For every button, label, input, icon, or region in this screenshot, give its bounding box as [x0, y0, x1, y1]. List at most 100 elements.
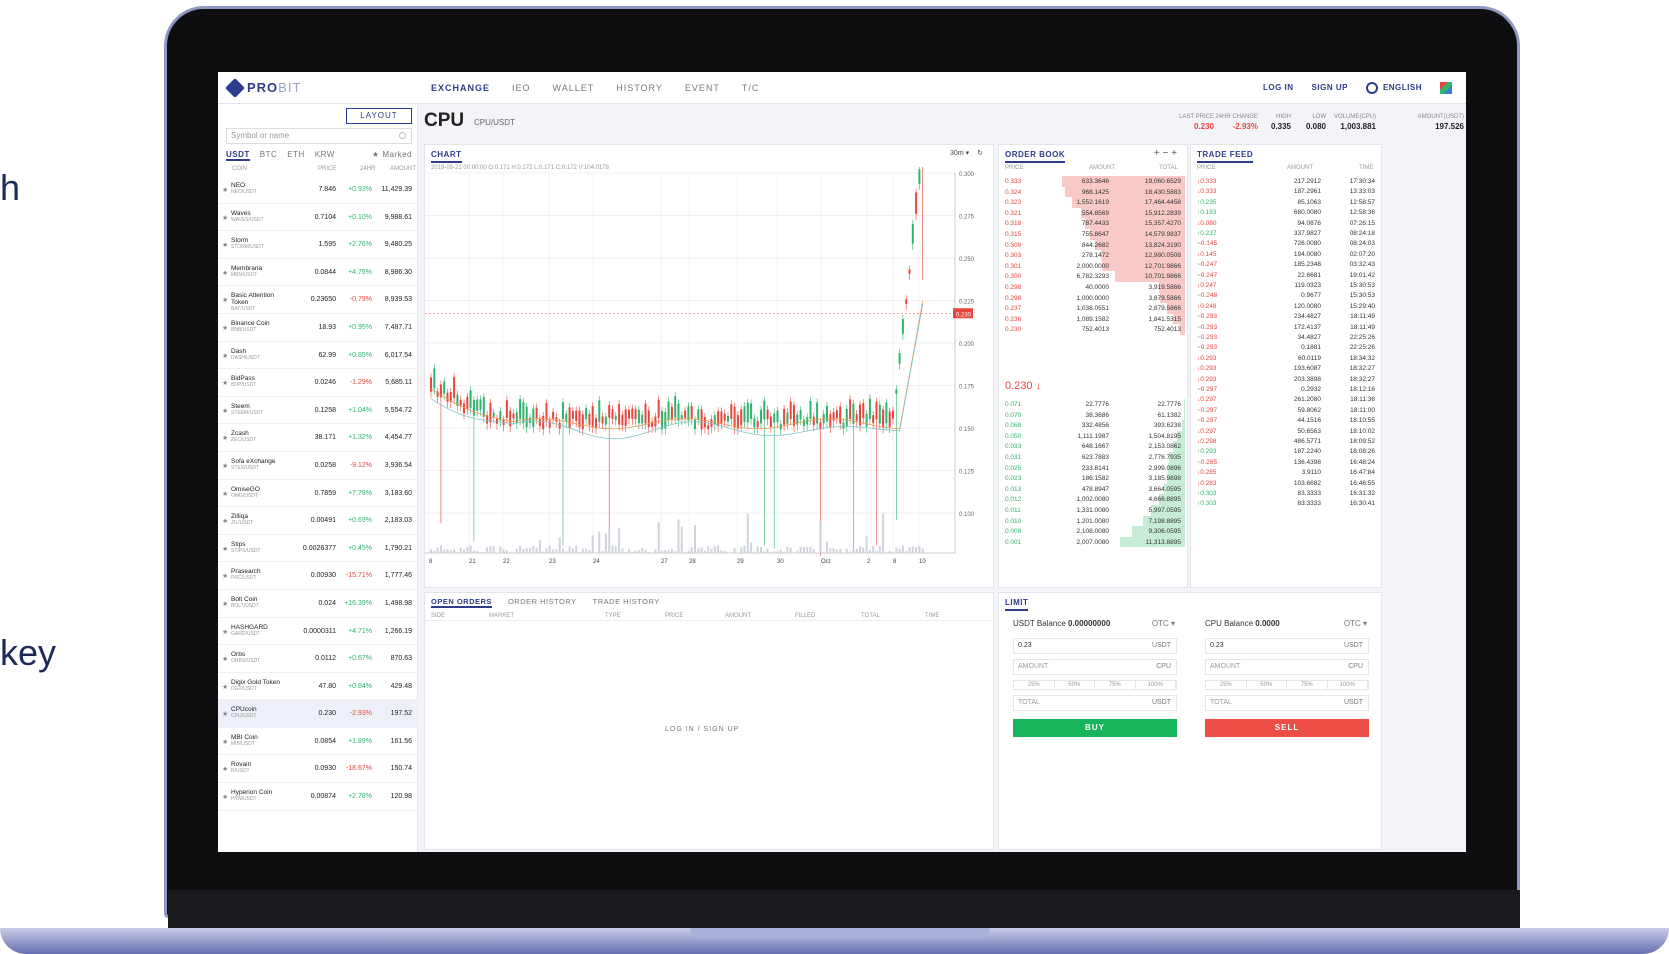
percent-button[interactable]: 50% — [1247, 681, 1287, 689]
star-icon[interactable]: ★ — [222, 683, 228, 691]
trade-feed-title[interactable]: TRADE FEED — [1197, 150, 1254, 163]
bid-row[interactable]: 0.070 38.3686 61.1382 — [999, 409, 1185, 421]
login-signup-prompt[interactable]: LOG IN / SIGN UP — [665, 726, 739, 733]
percent-button[interactable]: 75% — [1287, 681, 1328, 689]
star-icon[interactable]: ★ — [222, 517, 228, 525]
coin-row[interactable]: ★ Binance Coin BNB/USDT 18.93 +0.95% 7,487.71 — [218, 314, 418, 342]
logo[interactable]: PROBIT — [218, 77, 431, 98]
layout-button[interactable]: LAYOUT — [346, 108, 412, 124]
market-tab-btc[interactable]: BTC — [260, 150, 278, 161]
star-icon[interactable]: ★ — [222, 628, 228, 636]
star-icon[interactable]: ★ — [222, 241, 228, 249]
star-icon[interactable]: ★ — [222, 490, 228, 498]
coin-row[interactable]: ★ Dash DASH/USDT 62.99 +0.85% 6,017.54 — [218, 342, 418, 370]
nav-tab-tc[interactable]: T/C — [742, 83, 760, 93]
nav-tab-wallet[interactable]: WALLET — [553, 83, 595, 93]
interval-selector[interactable]: 30m ▾ — [950, 149, 969, 157]
coin-row[interactable]: ★ Bolt Coin BOLT/USDT 0.024 +16.39% 1,498.98 — [218, 590, 418, 618]
ask-row[interactable]: 0.323 1,552.1619 17,464.4458 — [999, 197, 1185, 208]
ask-row[interactable]: 0.333 633.3646 19,060.6529 — [999, 176, 1185, 187]
coin-row[interactable]: ★ Prasearch PRC/USDT 0.00930 -15.71% 1,777.46 — [218, 562, 418, 590]
coin-row[interactable]: ★ HASHGARD GARD/USDT 0.0000311 +4.71% 1,266.1… — [218, 618, 418, 646]
coin-row[interactable]: ★ MBI Coin MIB/USDT 0.0854 +1.89% 161.56 — [218, 728, 418, 756]
ask-row[interactable]: 0.301 2,000.0000 12,701.9866 — [999, 260, 1185, 272]
coin-row[interactable]: ★ Waves WAVES/USDT 0.7104 +0.10% 9,988.61 — [218, 204, 418, 232]
ask-row[interactable]: 0.315 755.8647 14,579.9837 — [999, 229, 1185, 240]
buy-amount-input[interactable]: AMOUNT CPU — [1013, 659, 1177, 675]
sell-price-input[interactable]: 0.23 USDT — [1205, 638, 1369, 654]
app-icon[interactable] — [1440, 81, 1452, 94]
percent-button[interactable]: 50% — [1055, 681, 1095, 689]
star-icon[interactable]: ★ — [222, 296, 228, 304]
coin-row[interactable]: ★ NEO NEO/USDT 7.846 +0.93% 11,429.39 — [218, 176, 418, 204]
percent-button[interactable]: 100% — [1328, 681, 1368, 689]
percent-button[interactable]: 75% — [1095, 681, 1136, 689]
coin-row[interactable]: ★ Digix Gold Token DGX/USDT 47.80 +0.84% 429.… — [218, 673, 418, 701]
otc-select[interactable]: OTC ▾ — [1344, 619, 1367, 628]
star-icon[interactable]: ★ — [222, 269, 228, 277]
nav-tab-history[interactable]: HISTORY — [616, 83, 663, 93]
coin-row[interactable]: ★ Orbs ORBS/USDT 0.0112 +0.67% 870.63 — [218, 645, 418, 673]
login-link[interactable]: LOG IN — [1263, 83, 1294, 92]
chart-title[interactable]: CHART — [431, 150, 462, 163]
ask-row[interactable]: 0.298 1,000.0000 3,879.5866 — [999, 292, 1185, 304]
coin-row[interactable]: ★ Membrana MBN/USDT 0.0844 +4.76% 8,986.30 — [218, 259, 418, 287]
buy-price-input[interactable]: 0.23 USDT — [1013, 638, 1177, 654]
bid-row[interactable]: 0.025 233.8141 2,999.0896 — [999, 462, 1185, 474]
bid-row[interactable]: 0.071 22.7776 22.7776 — [999, 399, 1185, 410]
ask-row[interactable]: 0.237 1,038.0551 2,879.5866 — [999, 303, 1185, 314]
nav-tab-exchange[interactable]: EXCHANGE — [431, 83, 490, 93]
ask-row[interactable]: 0.318 787.4433 15,357.4270 — [999, 218, 1185, 229]
coin-row[interactable]: ★ Zcash ZEC/USDT 38.171 +1.32% 4,454.77 — [218, 424, 418, 452]
bid-row[interactable]: 0.023 186.1582 3,185.9898 — [999, 473, 1185, 484]
coin-row[interactable]: ★ CPUcoin CPU/USDT 0.230 -2.93% 197.52 — [218, 700, 418, 728]
bid-row[interactable]: 0.001 2,007.0080 11,313.8895 — [999, 536, 1185, 548]
ask-row[interactable]: 0.298 40.0000 3,919.5866 — [999, 282, 1185, 293]
order-book-title[interactable]: ORDER BOOK — [1005, 150, 1066, 163]
ask-row[interactable]: 0.303 278.1472 12,980.0508 — [999, 250, 1185, 261]
star-icon[interactable]: ★ — [222, 352, 228, 360]
star-icon[interactable]: ★ — [222, 214, 228, 222]
ask-row[interactable]: 0.309 844.2682 13,824.3190 — [999, 239, 1185, 251]
language-selector[interactable]: ENGLISH — [1365, 81, 1422, 94]
orders-tab[interactable]: ORDER HISTORY — [508, 597, 577, 608]
market-tab-krw[interactable]: KRW — [315, 150, 335, 161]
order-book-zoom[interactable]: + − + — [1154, 148, 1177, 159]
otc-select[interactable]: OTC ▾ — [1152, 619, 1175, 628]
star-icon[interactable]: ★ — [222, 324, 228, 332]
bid-row[interactable]: 0.013 478.8947 3,664.0595 — [999, 483, 1185, 495]
bid-row[interactable]: 0.068 332.4856 393.6238 — [999, 420, 1185, 431]
refresh-icon[interactable]: ↻ — [977, 149, 983, 157]
percent-button[interactable]: 100% — [1136, 681, 1176, 689]
ask-row[interactable]: 0.324 968.1425 18,430.5883 — [999, 186, 1185, 198]
search-input[interactable]: Symbol or name — [226, 128, 412, 144]
bid-row[interactable]: 0.008 2,108.0080 9,306.0595 — [999, 526, 1185, 537]
coin-row[interactable]: ★ BidPass BDP/USDT 0.0246 -1.29% 5,685.11 — [218, 369, 418, 397]
ask-row[interactable]: 0.236 1,089.1582 1,841.5315 — [999, 313, 1185, 325]
star-icon[interactable]: ★ — [222, 379, 228, 387]
market-tab-eth[interactable]: ETH — [287, 150, 305, 161]
star-icon[interactable]: ★ — [222, 738, 228, 746]
signup-link[interactable]: SIGN UP — [1312, 83, 1348, 92]
nav-tab-ieo[interactable]: IEO — [512, 83, 531, 93]
coin-row[interactable]: ★ Hyperion Coin HYN/USDT 0.00874 +2.78% 120.9… — [218, 783, 418, 811]
star-icon[interactable]: ★ — [222, 600, 228, 608]
star-icon[interactable]: ★ — [222, 434, 228, 442]
orders-tab[interactable]: OPEN ORDERS — [431, 597, 492, 608]
ask-row[interactable]: 0.300 6,782.3293 10,701.9866 — [999, 271, 1185, 282]
bid-row[interactable]: 0.031 623.7883 2,776.7935 — [999, 452, 1185, 463]
coin-row[interactable]: ★ Stips STIPS/USDT 0.0026377 +0.45% 1,790.21 — [218, 535, 418, 563]
marked-filter[interactable]: ★ Marked — [372, 150, 412, 161]
ask-row[interactable]: 0.321 554.8569 15,912.2839 — [999, 207, 1185, 219]
market-tab-usdt[interactable]: USDT — [226, 150, 250, 161]
bid-row[interactable]: 0.033 648.1667 2,153.0862 — [999, 441, 1185, 452]
nav-tab-event[interactable]: EVENT — [685, 83, 720, 93]
star-icon[interactable]: ★ — [222, 462, 228, 470]
star-icon[interactable]: ★ — [222, 710, 228, 718]
limit-title[interactable]: LIMIT — [1005, 598, 1029, 611]
buy-total-input[interactable]: TOTAL USDT — [1013, 695, 1177, 711]
coin-row[interactable]: ★ Rovain R/USDT 0.0930 -18.67% 150.74 — [218, 755, 418, 784]
bid-row[interactable]: 0.012 1,002.0080 4,666.8895 — [999, 494, 1185, 505]
star-icon[interactable]: ★ — [222, 572, 228, 580]
coin-row[interactable]: ★ Zilliqa ZIL/USDT 0.00491 +0.69% 2,183.03 — [218, 507, 418, 535]
